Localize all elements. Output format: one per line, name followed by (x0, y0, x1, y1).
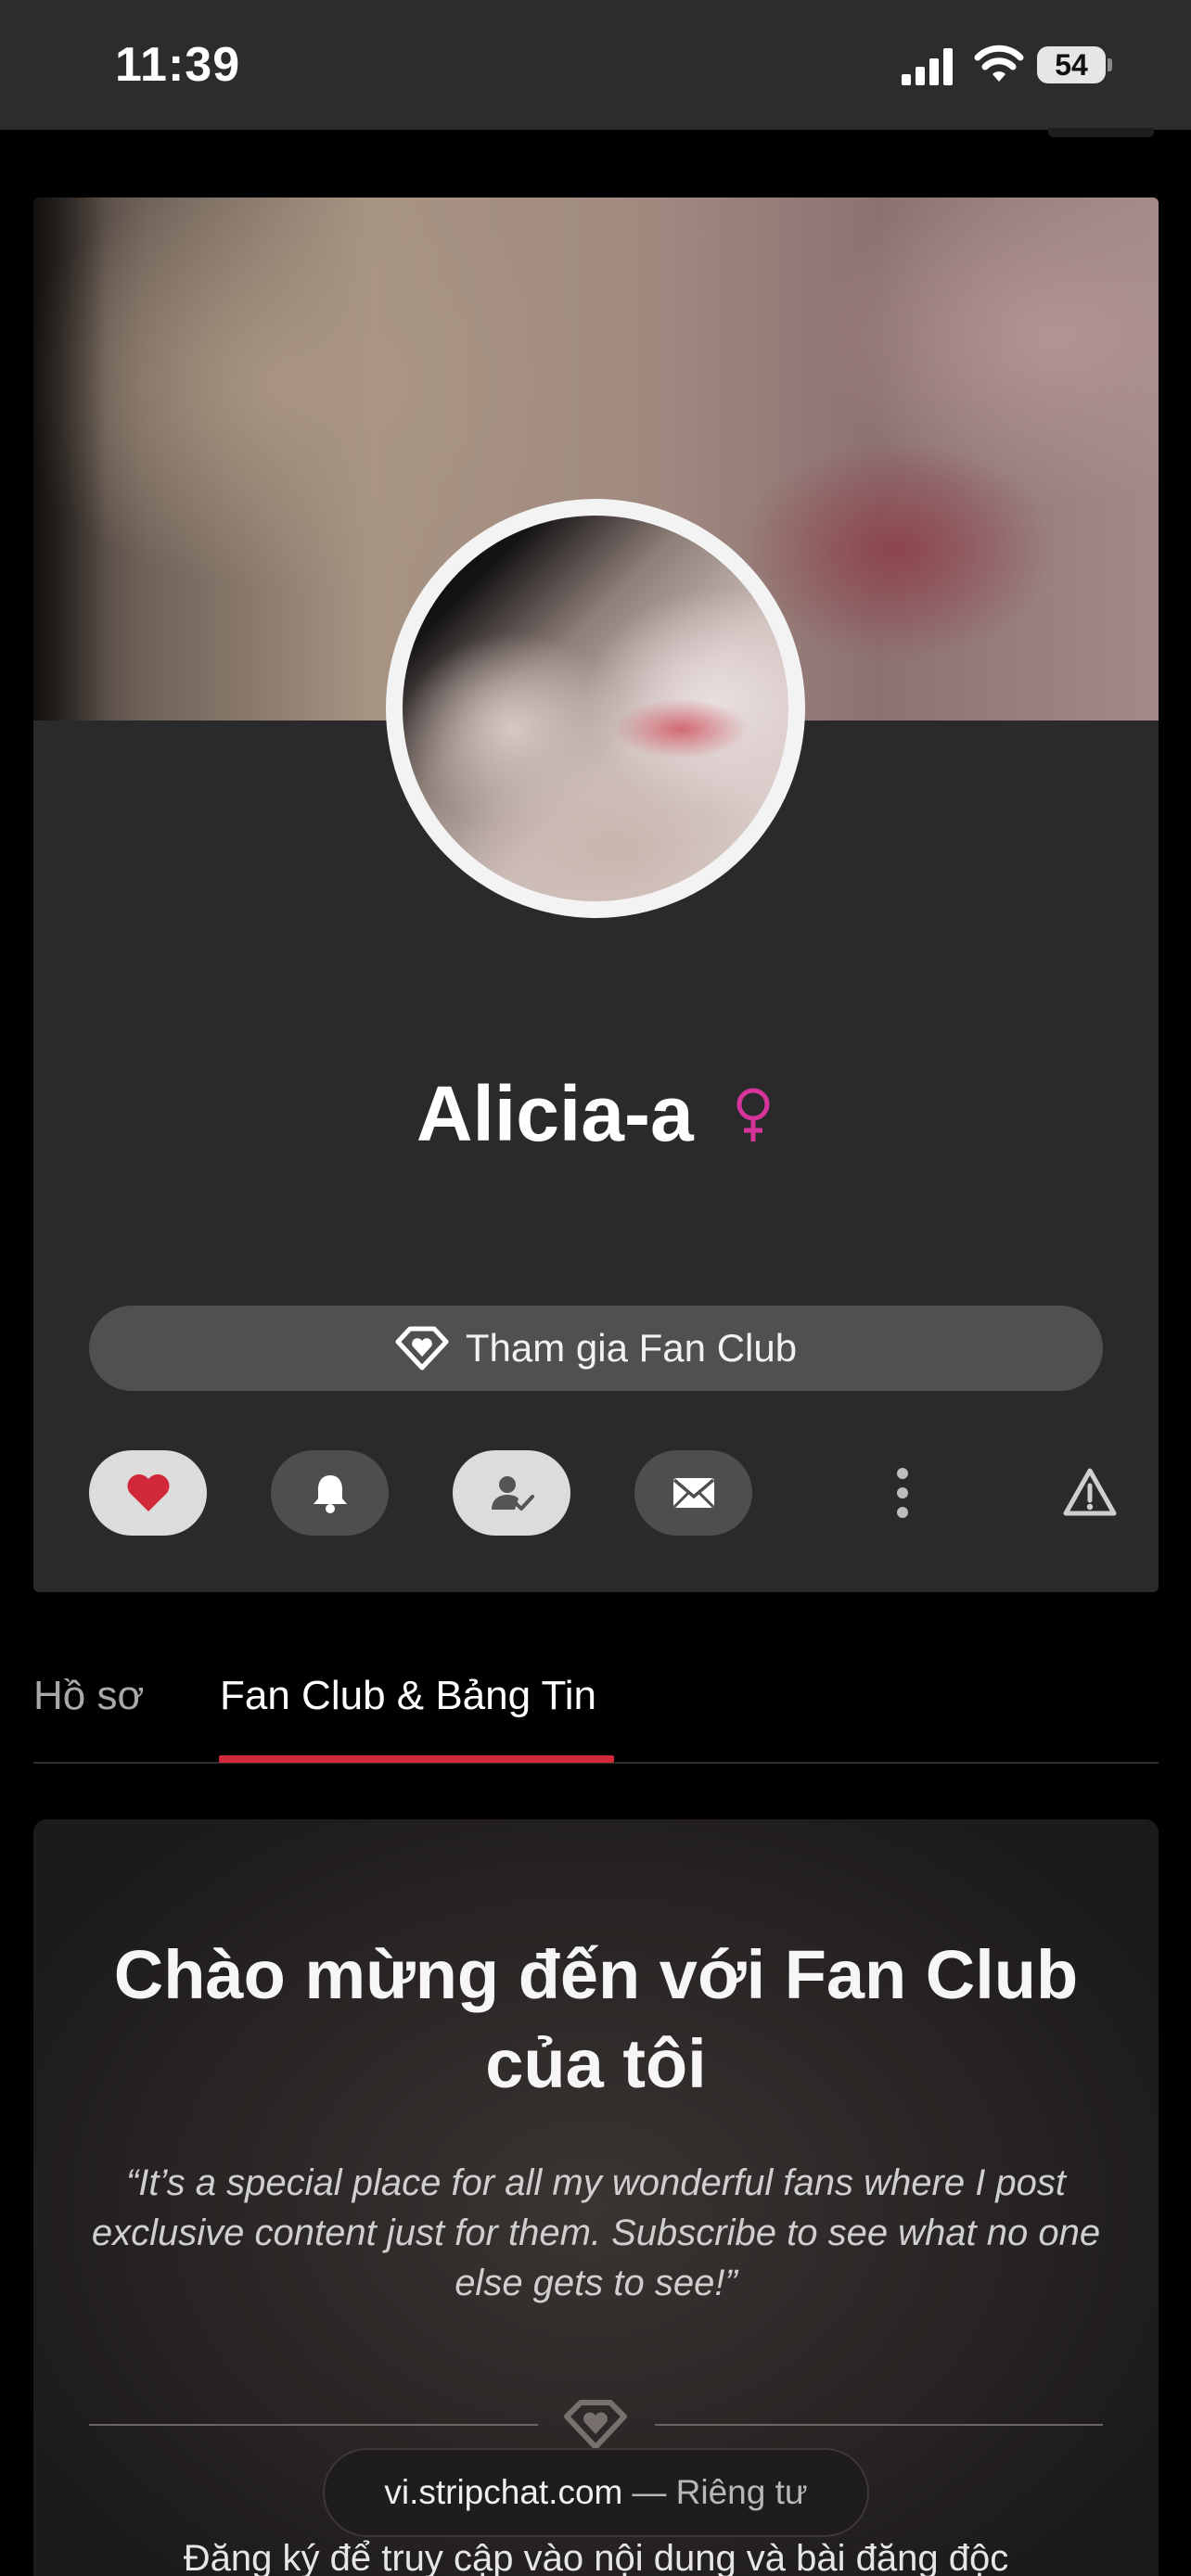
profile-name: Alicia-a (416, 1070, 694, 1157)
url-domain: vi.stripchat.com (384, 2473, 623, 2511)
welcome-subtitle: Đăng ký để truy cập vào nội dung và bài … (183, 2538, 1009, 2576)
url-privacy-label: — Riêng tư (632, 2473, 808, 2511)
profile-actions (89, 1450, 1117, 1536)
tab-profile[interactable]: Hồ sơ (33, 1673, 144, 1719)
profile-card: Alicia-a Tham gia Fan Club (33, 198, 1159, 1592)
warning-icon[interactable] (1063, 1467, 1117, 1517)
profile-name-row: Alicia-a (33, 1069, 1159, 1159)
mail-icon (672, 1478, 714, 1509)
profile-tabs: Hồ sơ Fan Club & Bảng Tin (33, 1660, 1159, 1764)
avatar[interactable] (386, 499, 805, 918)
divider-right (655, 2424, 1103, 2426)
female-symbol-icon (736, 1088, 770, 1141)
more-options-button[interactable] (889, 1467, 916, 1519)
avatar-image (403, 516, 788, 901)
join-fan-club-button[interactable]: Tham gia Fan Club (89, 1306, 1103, 1391)
welcome-quote: “It’s a special place for all my wonderf… (91, 2162, 1101, 2303)
wifi-icon (974, 45, 1024, 82)
diamond-heart-icon (564, 2400, 627, 2450)
bell-icon (313, 1475, 347, 1513)
tab-fan-club-feed[interactable]: Fan Club & Bảng Tin (220, 1673, 596, 1719)
favorite-button[interactable] (89, 1450, 207, 1536)
divider-left (89, 2424, 538, 2426)
notify-button[interactable] (271, 1450, 389, 1536)
active-tab-indicator (219, 1755, 614, 1763)
cellular-signal-icon (902, 48, 953, 85)
subscribe-user-button[interactable] (453, 1450, 570, 1536)
user-check-icon (491, 1476, 534, 1511)
diamond-heart-icon (395, 1326, 449, 1371)
more-vertical-icon (897, 1468, 908, 1518)
battery-icon: 54 (1037, 46, 1112, 83)
status-bar: 11:39 54 (0, 0, 1191, 137)
heart-icon (127, 1474, 169, 1511)
message-button[interactable] (634, 1450, 752, 1536)
battery-level: 54 (1037, 46, 1106, 83)
join-fan-club-label: Tham gia Fan Club (465, 1326, 798, 1370)
status-time: 11:39 (115, 38, 241, 92)
browser-url-bar[interactable]: vi.stripchat.com — Riêng tư (323, 2448, 869, 2537)
welcome-title: Chào mừng đến với Fan Club của tôi (113, 1936, 1079, 2102)
